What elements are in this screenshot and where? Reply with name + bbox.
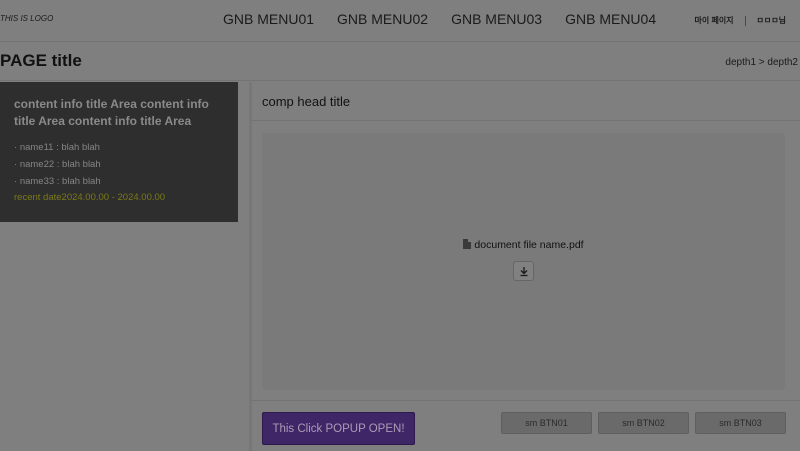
comp-head: comp head title	[252, 82, 800, 121]
gnb-menu-02[interactable]: GNB MENU02	[337, 11, 428, 27]
page-title: PAGE title	[0, 51, 82, 70]
gnb-menu-01[interactable]: GNB MENU01	[223, 11, 314, 27]
download-button[interactable]	[513, 261, 534, 281]
download-icon	[520, 267, 528, 277]
bottom-divider	[252, 400, 800, 401]
logo[interactable]: THIS IS LOGO	[0, 14, 53, 23]
document-icon	[463, 239, 472, 249]
file-name: document file name.pdf	[474, 239, 584, 251]
file-area: document file name.pdf	[262, 133, 785, 390]
sm-button-01[interactable]: sm BTN01	[501, 412, 592, 434]
info-list: name11 : blah blah name22 : blah blah na…	[14, 139, 224, 190]
gnb-menu-04[interactable]: GNB MENU04	[565, 11, 656, 27]
gnb-header: THIS IS LOGO GNB MENU01 GNB MENU02 GNB M…	[0, 0, 800, 42]
breadcrumb: depth1 > depth2	[725, 57, 798, 68]
info-item-name33: name33 : blah blah	[14, 173, 224, 190]
gnb-menu-03[interactable]: GNB MENU03	[451, 11, 542, 27]
content-info-panel: content info title Area content info tit…	[0, 82, 238, 222]
comp-head-title: comp head title	[262, 94, 351, 109]
info-item-name22: name22 : blah blah	[14, 156, 224, 173]
info-item-name11: name11 : blah blah	[14, 139, 224, 156]
gnb-menu: GNB MENU01 GNB MENU02 GNB MENU03 GNB MEN…	[223, 11, 679, 27]
sm-button-02[interactable]: sm BTN02	[598, 412, 689, 434]
recent-date: recent date2024.00.00 - 2024.00.00	[14, 192, 166, 203]
sm-button-03[interactable]: sm BTN03	[695, 412, 786, 434]
user-name-link[interactable]: ㅁㅁㅁ님	[757, 15, 786, 26]
mypage-link[interactable]: 마이 페이지	[695, 15, 734, 26]
file-item[interactable]: document file name.pdf	[262, 239, 785, 251]
popup-open-button[interactable]: This Click POPUP OPEN!	[262, 412, 415, 445]
util-nav: 마이 페이지 ㅁㅁㅁ님	[695, 15, 786, 26]
column-divider	[249, 82, 252, 451]
util-divider	[744, 15, 746, 26]
info-title: content info title Area content info tit…	[14, 97, 209, 128]
title-divider	[0, 80, 800, 81]
